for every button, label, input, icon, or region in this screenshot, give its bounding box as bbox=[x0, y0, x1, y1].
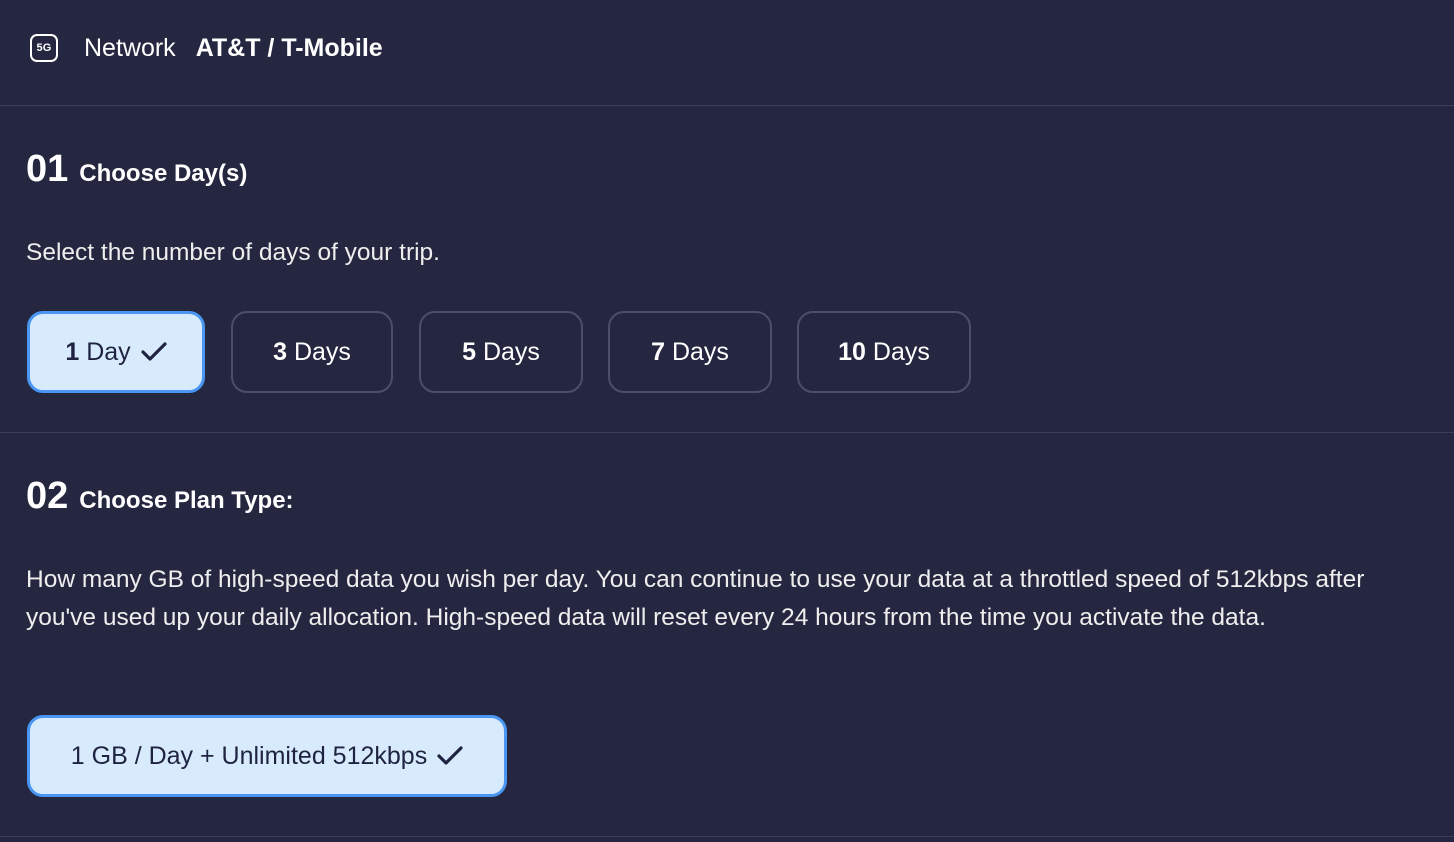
plan-selector-page: 5G Network AT&T / T-Mobile 01 Choose Day… bbox=[0, 0, 1454, 842]
divider bbox=[0, 432, 1454, 433]
step-title: Choose Day(s) bbox=[79, 160, 248, 187]
day-option-unit: Days bbox=[671, 337, 729, 366]
divider bbox=[0, 836, 1454, 837]
divider bbox=[0, 105, 1454, 106]
step-number: 01 bbox=[26, 148, 69, 190]
network-row: 5G Network AT&T / T-Mobile bbox=[30, 30, 383, 66]
day-option-unit: Days bbox=[872, 337, 930, 366]
network-label: Network bbox=[84, 33, 176, 62]
day-option-unit: Days bbox=[482, 337, 540, 366]
plan-section-heading: 02 Choose Plan Type: bbox=[26, 475, 294, 518]
checkmark-icon bbox=[437, 746, 463, 766]
day-option-1[interactable]: 1 Day bbox=[27, 311, 205, 393]
step-number: 02 bbox=[26, 475, 69, 517]
step-title: Choose Plan Type: bbox=[79, 487, 294, 514]
plan-option-label: 1 GB / Day + Unlimited 512kbps bbox=[70, 741, 428, 770]
day-option-5[interactable]: 5 Days bbox=[419, 311, 583, 393]
5g-icon-text: 5G bbox=[36, 42, 52, 54]
day-option-number: 3 bbox=[273, 337, 287, 366]
plan-option-1gb[interactable]: 1 GB / Day + Unlimited 512kbps bbox=[27, 715, 507, 797]
day-option-number: 10 bbox=[838, 337, 866, 366]
day-option-10[interactable]: 10 Days bbox=[797, 311, 971, 393]
day-option-number: 7 bbox=[651, 337, 665, 366]
day-option-3[interactable]: 3 Days bbox=[231, 311, 393, 393]
days-section-heading: 01 Choose Day(s) bbox=[26, 148, 247, 191]
day-option-unit: Days bbox=[293, 337, 351, 366]
day-option-unit: Day bbox=[86, 337, 131, 366]
plan-description: How many GB of high-speed data you wish … bbox=[26, 566, 1365, 631]
5g-icon: 5G bbox=[30, 34, 58, 62]
day-option-number: 1 bbox=[65, 337, 80, 366]
days-description: Select the number of days of your trip. bbox=[26, 239, 440, 266]
day-option-7[interactable]: 7 Days bbox=[608, 311, 772, 393]
network-value: AT&T / T-Mobile bbox=[195, 33, 383, 62]
checkmark-icon bbox=[141, 342, 167, 362]
day-option-number: 5 bbox=[462, 337, 476, 366]
